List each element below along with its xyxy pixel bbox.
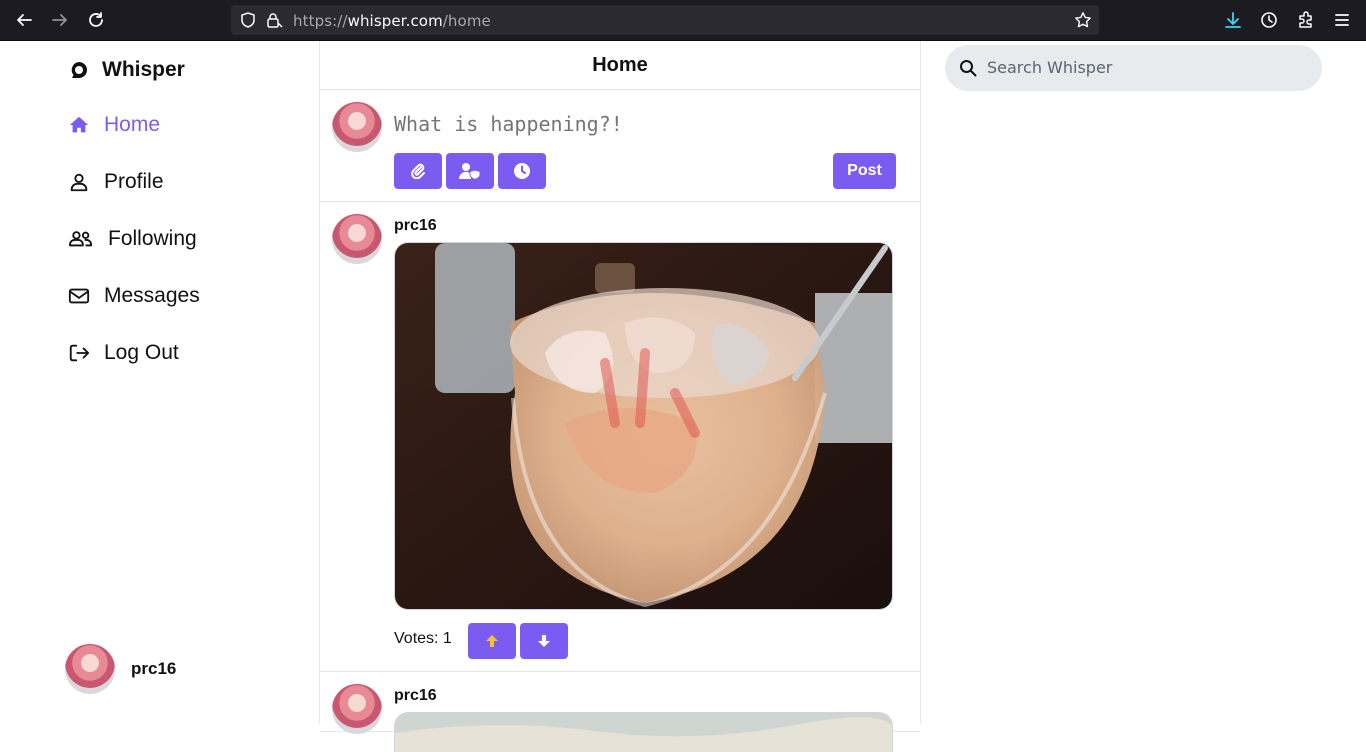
nav-item-following[interactable]: Following <box>68 227 197 251</box>
post-author[interactable]: prc16 <box>394 217 437 235</box>
nav-label: Log Out <box>104 341 179 364</box>
sky-photo <box>395 713 892 752</box>
downvote-button[interactable] <box>520 623 568 659</box>
nav-label: Home <box>104 113 161 136</box>
bookmark-star-icon[interactable] <box>1074 11 1092 29</box>
post-author[interactable]: prc16 <box>394 687 437 705</box>
shield-icon[interactable] <box>239 11 257 29</box>
nav-item-profile[interactable]: Profile <box>68 170 164 194</box>
url-text[interactable]: https://whisper.com/home <box>293 12 491 30</box>
envelope-icon <box>68 288 90 304</box>
url-path: /home <box>442 12 491 30</box>
search-bar[interactable] <box>945 45 1322 91</box>
whisper-logo-icon <box>71 62 87 78</box>
nav-label: Following <box>108 227 197 250</box>
arrow-up-icon <box>486 635 498 647</box>
post-image[interactable] <box>394 712 893 752</box>
logout-icon <box>69 344 90 362</box>
lock-icon[interactable] <box>265 11 283 29</box>
search-icon <box>960 60 977 77</box>
paperclip-icon <box>411 163 425 179</box>
reload-icon[interactable] <box>84 8 108 32</box>
nav-item-home[interactable]: Home <box>68 113 160 137</box>
schedule-button[interactable] <box>498 153 546 189</box>
avatar <box>65 644 115 694</box>
current-user-name: prc16 <box>131 659 177 678</box>
home-icon <box>69 116 89 133</box>
avatar <box>332 102 382 152</box>
audience-button[interactable] <box>446 153 494 189</box>
avatar[interactable] <box>332 214 382 264</box>
iced-drink-photo <box>395 243 892 609</box>
upvote-button[interactable] <box>468 623 516 659</box>
brand-name: Whisper <box>102 58 185 81</box>
download-icon[interactable] <box>1223 10 1243 30</box>
menu-icon[interactable] <box>1332 10 1352 30</box>
arrow-down-icon <box>538 635 550 647</box>
compose-input[interactable] <box>394 112 894 136</box>
current-user[interactable]: prc16 <box>65 644 176 694</box>
page-title: Home <box>320 41 920 90</box>
sidebar: Whisper Home Profile Following Messages … <box>0 41 320 724</box>
url-host: whisper.com <box>347 12 443 30</box>
avatar[interactable] <box>332 684 382 734</box>
url-scheme: https:// <box>293 12 348 30</box>
users-icon <box>69 231 92 247</box>
feed-post: prc16 <box>320 672 920 752</box>
main-feed: Home Post prc16 <box>320 41 921 752</box>
user-shield-icon <box>459 163 481 180</box>
forward-icon[interactable] <box>48 8 72 32</box>
clock-icon <box>514 163 530 179</box>
browser-toolbar: https://whisper.com/home <box>0 0 1366 41</box>
post-button[interactable]: Post <box>833 153 896 189</box>
feed-post: prc16 <box>320 202 920 672</box>
history-icon[interactable] <box>1259 10 1279 30</box>
search-input[interactable] <box>987 58 1307 77</box>
post-image[interactable] <box>394 242 893 610</box>
address-bar[interactable]: https://whisper.com/home <box>231 5 1099 35</box>
app-root: Whisper Home Profile Following Messages … <box>0 41 1366 752</box>
brand[interactable]: Whisper <box>68 58 185 82</box>
back-icon[interactable] <box>12 8 36 32</box>
extensions-icon[interactable] <box>1296 10 1316 30</box>
nav-label: Profile <box>104 170 164 193</box>
nav-item-messages[interactable]: Messages <box>68 284 200 308</box>
nav-label: Messages <box>104 284 200 307</box>
composer: Post <box>320 90 920 202</box>
nav-item-logout[interactable]: Log Out <box>68 341 179 365</box>
attach-button[interactable] <box>394 153 442 189</box>
vote-count: Votes: 1 <box>394 630 452 647</box>
user-icon <box>70 173 88 192</box>
